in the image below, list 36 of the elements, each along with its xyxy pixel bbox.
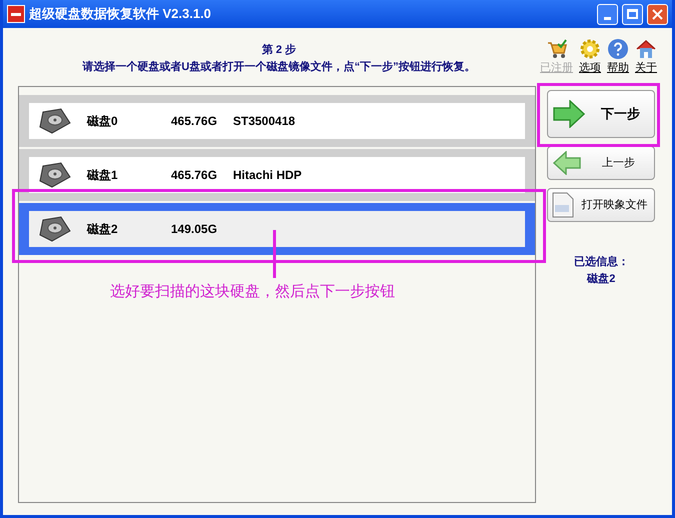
right-arrow-icon <box>552 100 586 128</box>
toolbar-link[interactable]: 关于 <box>635 38 657 76</box>
close-button[interactable] <box>647 4 668 24</box>
app-logo-icon <box>7 5 25 23</box>
toolbar-link[interactable]: 帮助 <box>607 38 629 76</box>
minimize-button[interactable] <box>597 4 618 24</box>
step-title: 第 2 步 <box>262 42 296 58</box>
selected-info-value: 磁盘2 <box>587 272 616 286</box>
action-button[interactable]: 打开映象文件 <box>547 188 656 222</box>
help-icon <box>607 38 629 60</box>
left-arrow-icon <box>552 151 582 175</box>
file-icon <box>552 192 574 218</box>
disk-model: Hitachi HDP <box>233 167 302 184</box>
instruction-text: 请选择一个硬盘或者U盘或者打开一个磁盘镜像文件，点“下一步”按钮进行恢复。 <box>82 60 476 74</box>
cart-icon <box>546 38 568 60</box>
disk-row[interactable]: 磁盘2 149.05G <box>19 203 535 255</box>
disk-name: 磁盘2 <box>87 221 119 238</box>
disk-name: 磁盘1 <box>87 167 119 184</box>
disk-name: 磁盘0 <box>87 113 119 130</box>
disk-size: 465.76G <box>171 167 218 184</box>
selected-info-label: 已选信息： <box>574 254 629 270</box>
house-icon <box>635 38 657 60</box>
action-button[interactable]: 上一步 <box>547 146 656 180</box>
disk-size: 149.05G <box>171 221 218 238</box>
annotation-text: 选好要扫描的这块硬盘，然后点下一步按钮 <box>110 282 395 302</box>
action-button[interactable]: 下一步 <box>547 90 656 138</box>
window-title: 超级硬盘数据恢复软件 V2.3.1.0 <box>29 5 212 24</box>
close-icon <box>652 8 663 20</box>
disk-size: 465.76G <box>171 113 218 130</box>
maximize-button[interactable] <box>622 4 643 24</box>
disk-row[interactable]: 磁盘0 465.76G ST3500418 <box>19 95 535 147</box>
leader-line <box>273 230 276 278</box>
toolbar-link[interactable]: 选项 <box>579 38 601 76</box>
gear-icon <box>579 38 601 60</box>
disk-row[interactable]: 磁盘1 465.76G Hitachi HDP <box>19 149 535 201</box>
disk-model: ST3500418 <box>233 113 296 130</box>
